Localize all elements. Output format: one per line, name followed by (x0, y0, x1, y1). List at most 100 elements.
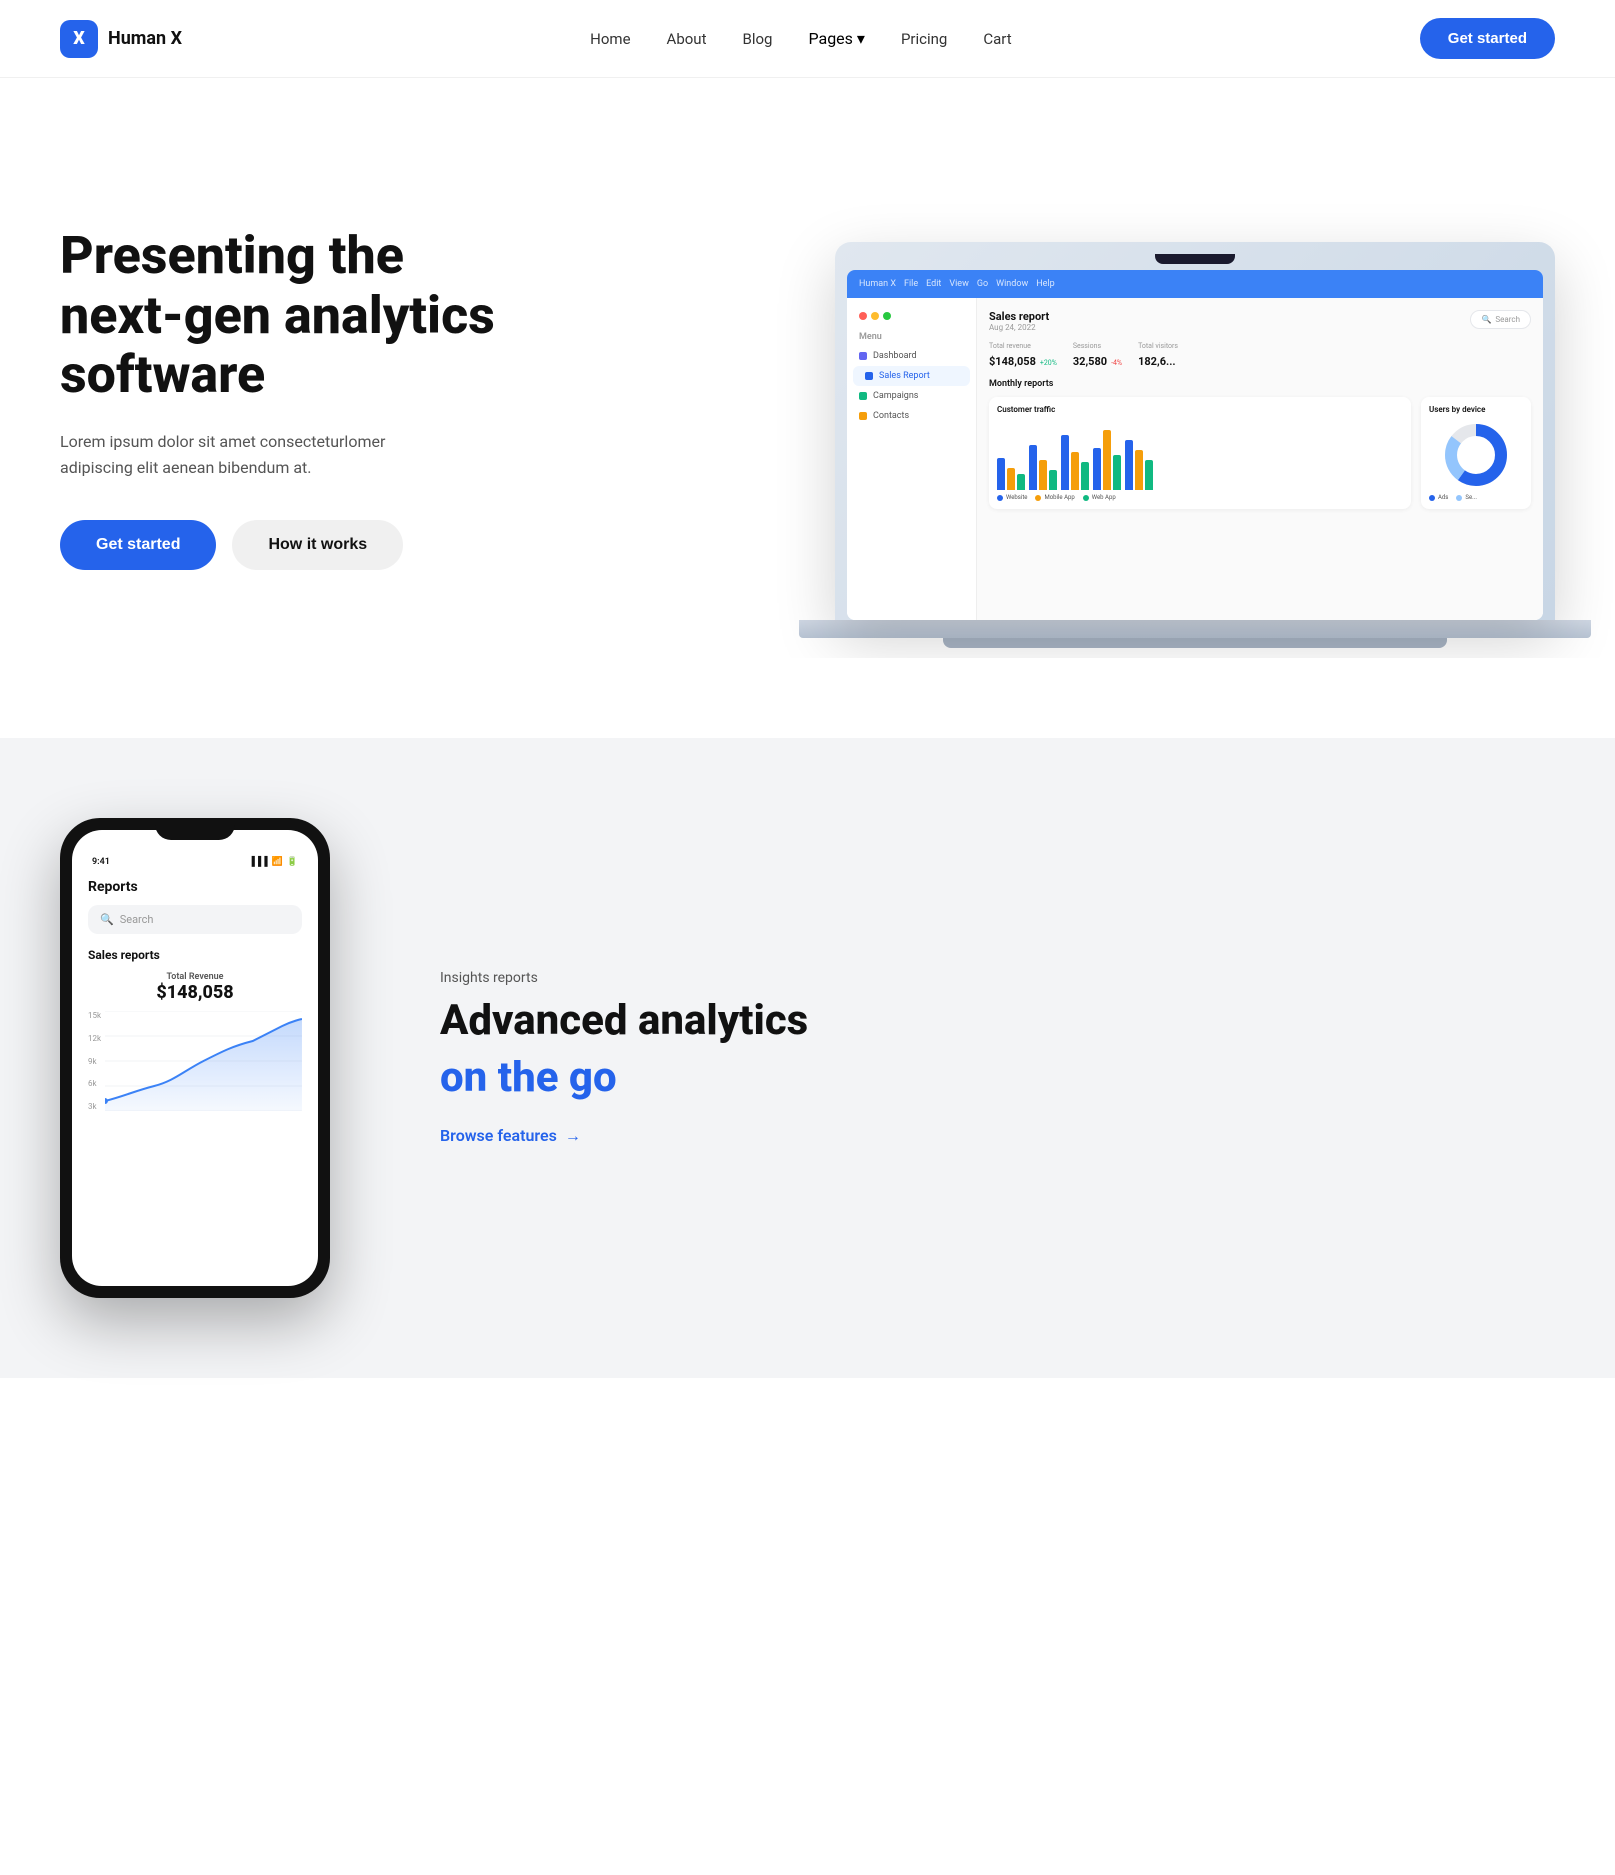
hero-subtitle: Lorem ipsum dolor sit amet consecteturlo… (60, 429, 460, 480)
logo-letter: X (73, 28, 85, 49)
salesreport-icon (865, 372, 873, 380)
sidebar-item-dashboard[interactable]: Dashboard (847, 346, 976, 366)
sidebar-item-salesreport[interactable]: Sales Report (853, 366, 970, 386)
report-title: Sales report (989, 310, 1049, 323)
hero-cta-secondary[interactable]: How it works (232, 520, 403, 570)
battery-icon: 🔋 (287, 857, 298, 867)
screen-topbar: Human X File Edit View Go Window Help (847, 270, 1543, 298)
nav-about[interactable]: About (667, 30, 707, 48)
phone-time: 9:41 (92, 857, 110, 867)
screen-topbar-view: View (949, 279, 968, 289)
screen-main: Sales report Aug 24, 2022 🔍 Search (977, 298, 1543, 620)
phone-stat-label: Total Revenue (88, 972, 302, 982)
screen-topbar-edit: Edit (926, 279, 941, 289)
charts-row: Customer traffic (989, 397, 1531, 509)
nav-links: Home About Blog Pages ▾ Pricing Cart (590, 29, 1011, 48)
users-by-device-chart: Users by device (1421, 397, 1531, 509)
sidebar-menu-label: Menu (847, 328, 976, 346)
phone-search-placeholder: Search (120, 913, 154, 926)
section2-text: Insights reports Advanced analytics on t… (440, 970, 1555, 1145)
search-icon: 🔍 (1481, 315, 1491, 324)
phone-content: Reports 🔍 Search Sales reports Total Rev… (72, 867, 318, 1123)
nav-pages-label: Pages (808, 29, 852, 48)
nav-pricing[interactable]: Pricing (901, 30, 947, 48)
nav-home[interactable]: Home (590, 30, 630, 48)
chart-y-3k: 3k (88, 1102, 101, 1111)
hero-title: Presenting the next-gen analytics softwa… (60, 226, 540, 405)
hero-cta-primary[interactable]: Get started (60, 520, 216, 570)
report-info: Sales report Aug 24, 2022 (989, 310, 1049, 332)
phone-statusbar: 9:41 ▐▐▐ 📶 🔋 (72, 852, 318, 867)
browse-features-label: Browse features (440, 1126, 557, 1145)
nav-cta-button[interactable]: Get started (1420, 18, 1555, 59)
arrow-right-icon: → (565, 1126, 581, 1146)
line-chart-svg (105, 1011, 302, 1111)
phone-search-icon: 🔍 (100, 913, 114, 926)
stat-revenue-label: Total revenue (989, 342, 1057, 350)
laptop-screen: Human X File Edit View Go Window Help (847, 270, 1543, 620)
phone-status-icons: ▐▐▐ 📶 🔋 (248, 856, 298, 867)
laptop-mockup: Human X File Edit View Go Window Help (835, 242, 1555, 648)
phone-stats: Total Revenue $148,058 (88, 972, 302, 1003)
dashboard-icon (859, 352, 867, 360)
contacts-icon (859, 412, 867, 420)
sidebar-item-contacts[interactable]: Contacts (847, 406, 976, 426)
chart2-legend: Ads Se... (1429, 494, 1523, 501)
phone-frame: 9:41 ▐▐▐ 📶 🔋 Reports 🔍 Search Sales repo… (60, 818, 330, 1298)
chart1-legend: Website Mobile App Web App (997, 494, 1403, 501)
phone-header: Reports (88, 879, 302, 895)
legend-webapp: Web App (1092, 494, 1116, 501)
navbar: X Human X Home About Blog Pages ▾ Pricin… (0, 0, 1615, 78)
screen-main-header: Sales report Aug 24, 2022 🔍 Search (989, 310, 1531, 332)
section2: 9:41 ▐▐▐ 📶 🔋 Reports 🔍 Search Sales repo… (0, 738, 1615, 1378)
phone-screen: 9:41 ▐▐▐ 📶 🔋 Reports 🔍 Search Sales repo… (72, 830, 318, 1286)
section2-title-line1: Advanced analytics (440, 996, 1555, 1046)
customer-traffic-chart: Customer traffic (989, 397, 1411, 509)
chart-y-12k: 12k (88, 1034, 101, 1043)
screen-topbar-file: File (904, 279, 918, 289)
nav-cart[interactable]: Cart (983, 30, 1011, 48)
spacer (0, 658, 1615, 738)
chart1-title: Customer traffic (997, 405, 1403, 414)
stat-visitors: Total visitors 182,6... (1138, 342, 1178, 369)
hero-actions: Get started How it works (60, 520, 540, 570)
browse-features-link[interactable]: Browse features → (440, 1126, 581, 1146)
stat-visitors-label: Total visitors (1138, 342, 1178, 350)
stat-sessions-label: Sessions (1073, 342, 1122, 350)
nav-blog[interactable]: Blog (743, 30, 773, 48)
bar-chart (997, 420, 1403, 490)
phone-search[interactable]: 🔍 Search (88, 905, 302, 934)
hero-visual: Human X File Edit View Go Window Help (580, 148, 1555, 648)
logo-icon: X (60, 20, 98, 58)
screen-search[interactable]: 🔍 Search (1470, 310, 1531, 329)
laptop-base (799, 620, 1591, 638)
stat-revenue: Total revenue $148,058 +20% (989, 342, 1057, 369)
screen-topbar-go: Go (977, 279, 988, 289)
stat-revenue-value: $148,058 (989, 355, 1036, 368)
hero-content: Presenting the next-gen analytics softwa… (60, 226, 540, 571)
legend-ads: Ads (1438, 494, 1448, 501)
screen-topbar-help: Help (1036, 279, 1054, 289)
sidebar-label-salesreport: Sales Report (879, 371, 930, 381)
legend-mobileapp: Mobile App (1044, 494, 1074, 501)
phone-chart: 15k 12k 9k 6k 3k (88, 1011, 302, 1111)
sidebar-item-campaigns[interactable]: Campaigns (847, 386, 976, 406)
stats-row: Total revenue $148,058 +20% Sessions 32,… (989, 342, 1531, 369)
sidebar-label-contacts: Contacts (873, 411, 909, 421)
stat-sessions-value: 32,580 (1073, 355, 1107, 368)
legend-se: Se... (1465, 494, 1477, 501)
screen-body: Menu Dashboard Sales Report (847, 298, 1543, 620)
campaigns-icon (859, 392, 867, 400)
nav-pages-dropdown[interactable]: Pages ▾ (808, 29, 864, 48)
laptop-body: Human X File Edit View Go Window Help (835, 242, 1555, 620)
sidebar-label-dashboard: Dashboard (873, 351, 917, 361)
signal-icon: ▐▐▐ (248, 856, 267, 867)
brand-name: Human X (108, 28, 182, 49)
stat-revenue-change: +20% (1040, 359, 1057, 367)
hero-section: Presenting the next-gen analytics softwa… (0, 78, 1615, 658)
screen-topbar-window: Window (996, 279, 1028, 289)
chart-y-9k: 9k (88, 1057, 101, 1066)
search-placeholder: Search (1495, 315, 1520, 324)
logo[interactable]: X Human X (60, 20, 182, 58)
section2-title-line2: on the go (440, 1053, 1555, 1102)
